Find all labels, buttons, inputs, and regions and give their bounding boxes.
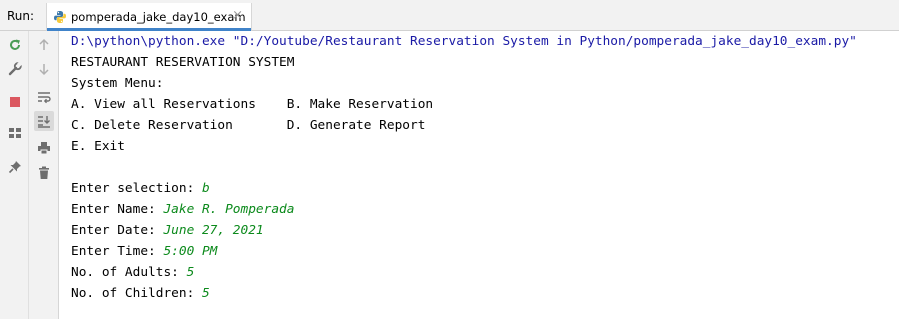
pin-icon[interactable] [5,157,25,177]
prompt-label: Enter Time: [71,244,164,259]
console-output[interactable]: D:\python\python.exe "D:/Youtube/Restaur… [71,31,899,319]
console-menu-row: E. Exit [71,139,125,154]
up-arrow-icon[interactable] [34,35,54,55]
console-title: RESTAURANT RESERVATION SYSTEM [71,55,295,70]
rerun-icon[interactable] [5,35,25,55]
soft-wrap-icon[interactable] [34,87,54,107]
run-tab[interactable]: pomperada_jake_day10_exam × [46,3,252,31]
run-toolbar-secondary [29,31,59,319]
user-input-value: b [201,181,210,196]
console-prompt-line: Enter selection: b [71,178,210,199]
prompt-label: No. of Children: [71,286,202,301]
layout-icon[interactable] [5,123,25,143]
user-input-value: 5 [186,265,195,280]
down-arrow-icon[interactable] [34,59,54,79]
console-prompt-line: No. of Adults: 5 [71,262,194,283]
console-prompt-line: Enter Date: June 27, 2021 [71,220,264,241]
close-tab-icon[interactable]: × [232,8,243,23]
console-menu-header: System Menu: [71,76,164,91]
console-prompt-line: Enter Name: Jake R. Pomperada [71,199,294,220]
run-tab-title: pomperada_jake_day10_exam [71,10,246,24]
run-tool-window-header: Run: pomperada_jake_day10_exam × [0,0,899,31]
run-toolbar-primary [0,31,29,319]
print-icon[interactable] [34,138,54,158]
python-icon [53,9,67,28]
user-input-value: 5 [201,286,210,301]
user-input-value: June 27, 2021 [163,223,264,238]
user-input-value: 5:00 PM [163,244,218,259]
run-label: Run: [7,9,35,23]
console-prompt-line: Enter Time: 5:00 PM [71,241,217,262]
prompt-label: Enter Date: [71,223,164,238]
console-command-line: D:\python\python.exe "D:/Youtube/Restaur… [71,34,857,49]
prompt-label: No. of Adults: [71,265,187,280]
trash-icon[interactable] [34,163,54,183]
user-input-value: Jake R. Pomperada [163,202,295,217]
console-menu-row: C. Delete Reservation D. Generate Report [71,118,426,133]
settings-icon[interactable] [5,59,25,79]
stop-icon[interactable] [5,92,25,112]
console-menu-row: A. View all Reservations B. Make Reserva… [71,97,434,112]
console-prompt-line: No. of Children: 5 [71,283,210,304]
scroll-to-end-icon[interactable] [34,111,54,131]
prompt-label: Enter Name: [71,202,164,217]
prompt-label: Enter selection: [71,181,202,196]
